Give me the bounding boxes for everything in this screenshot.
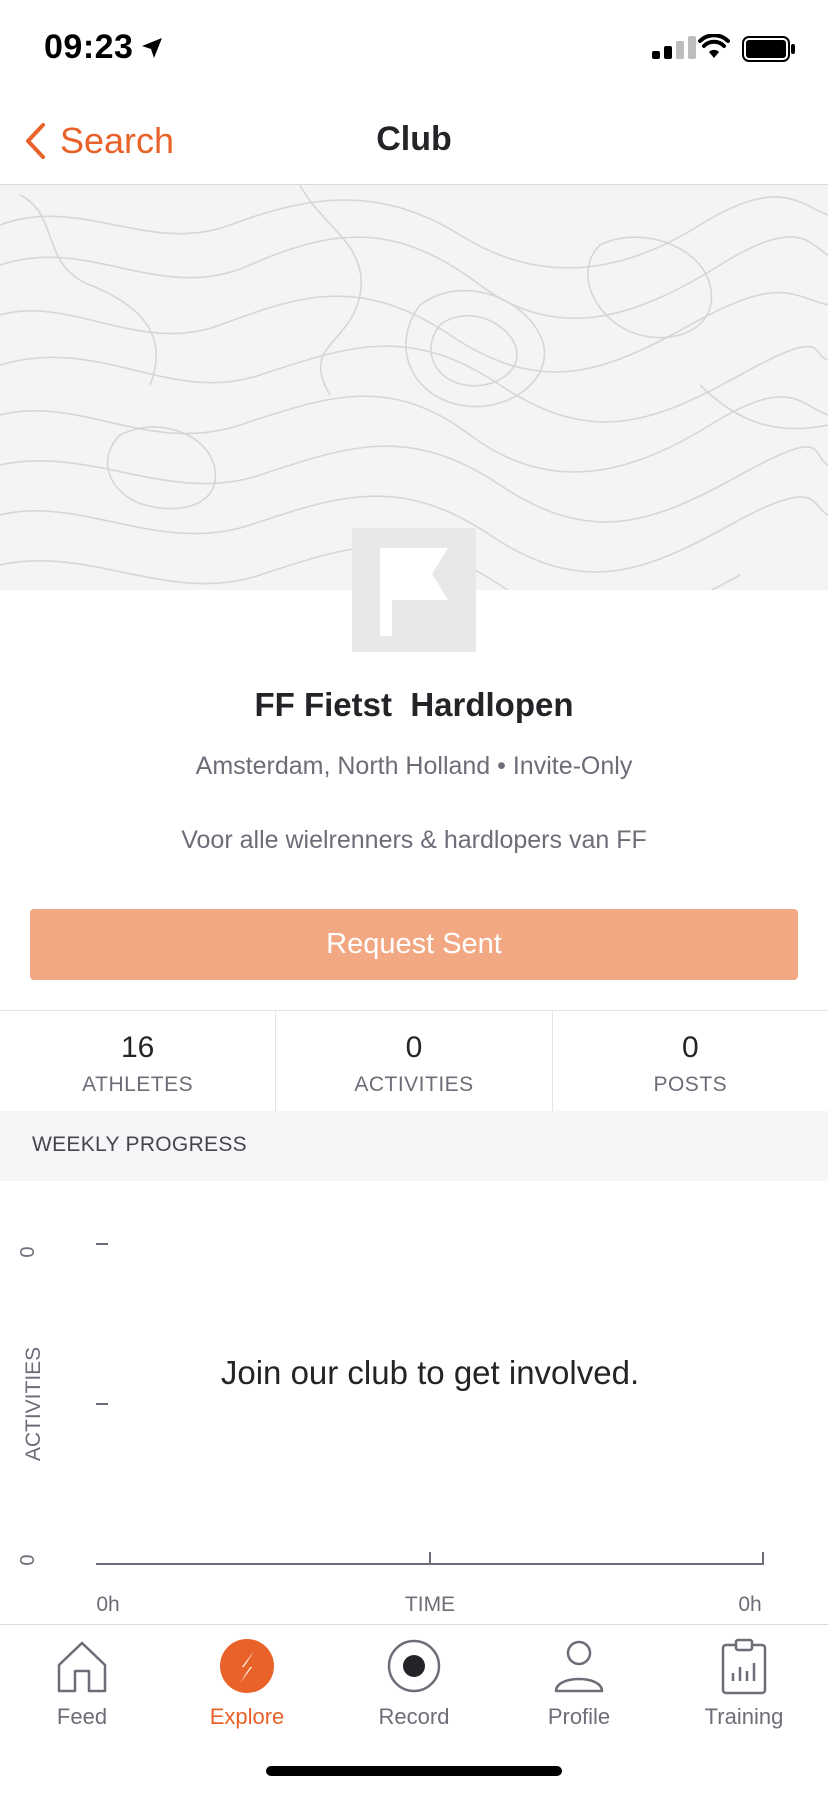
club-avatar [352, 528, 476, 652]
tab-training[interactable]: Training [674, 1637, 814, 1730]
tab-label: Training [704, 1704, 784, 1729]
battery-icon [742, 36, 795, 62]
stat-label: ATHLETES [82, 1073, 194, 1096]
person-icon [554, 1640, 604, 1693]
flag-icon [380, 548, 448, 636]
tab-label: Feed [56, 1704, 108, 1729]
club-description: Voor alle wielrenners & hardlopers van F… [181, 826, 647, 854]
record-icon [387, 1639, 441, 1693]
stat-activities[interactable]: 0 ACTIVITIES [276, 1011, 553, 1111]
tab-label: Profile [547, 1704, 611, 1729]
page-title: Club [376, 120, 452, 158]
y-tick-label: 0 [17, 1554, 39, 1565]
club-location-privacy: Amsterdam, North Holland • Invite-Only [195, 752, 633, 780]
x-tick-label: 0h [96, 1593, 119, 1616]
status-time: 09:23 [44, 28, 134, 66]
section-title: WEEKLY PROGRESS [32, 1133, 247, 1156]
y-tick-label: 0 [17, 1246, 39, 1257]
tab-label: Explore [209, 1704, 285, 1729]
stat-posts[interactable]: 0 POSTS [553, 1011, 828, 1111]
tab-record[interactable]: Record [344, 1637, 484, 1730]
tab-explore[interactable]: Explore [177, 1637, 317, 1730]
clipboard-chart-icon [721, 1638, 767, 1695]
home-icon [57, 1641, 107, 1693]
home-indicator[interactable] [266, 1766, 562, 1776]
club-name: FF Fietst Hardlopen [254, 686, 574, 723]
tab-label: Record [378, 1704, 450, 1729]
stat-value: 16 [120, 1031, 155, 1064]
weekly-progress-header: WEEKLY PROGRESS [0, 1111, 828, 1181]
club-stats: 16 ATHLETES 0 ACTIVITIES 0 POSTS [0, 1010, 828, 1112]
tab-profile[interactable]: Profile [509, 1637, 649, 1730]
chart-empty-message: Join our club to get involved. [220, 1354, 640, 1391]
stat-value: 0 [405, 1031, 423, 1064]
stat-label: ACTIVITIES [354, 1073, 474, 1096]
stat-label: POSTS [653, 1073, 728, 1096]
weekly-progress-chart: 0 0 ACTIVITIES 0h TIME 0h [17, 1243, 764, 1616]
stat-value: 0 [681, 1031, 699, 1064]
stat-athletes[interactable]: 16 ATHLETES [0, 1011, 277, 1111]
y-axis-label: ACTIVITIES [22, 1347, 45, 1461]
cellular-signal-icon [652, 36, 696, 59]
wifi-icon [698, 34, 730, 58]
navigation-bar: Search Club [0, 90, 828, 185]
tab-feed[interactable]: Feed [12, 1637, 152, 1730]
request-sent-button[interactable]: Request Sent [30, 909, 798, 980]
x-axis-label: TIME [405, 1593, 455, 1616]
location-arrow-icon [142, 38, 162, 58]
compass-icon [220, 1639, 274, 1693]
x-tick-label: 0h [738, 1593, 761, 1616]
